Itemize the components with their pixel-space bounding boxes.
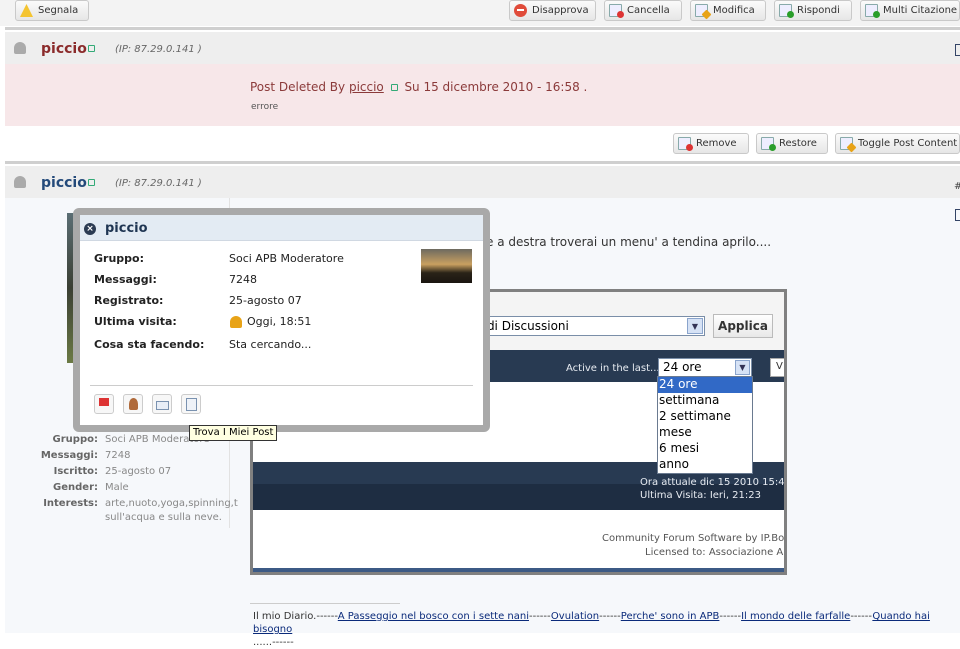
- delete-button[interactable]: Cancella: [604, 0, 682, 21]
- dropdown-option[interactable]: 6 mesi: [658, 441, 752, 457]
- sidebar-value: 7248: [105, 450, 131, 461]
- delete-reason: errore: [251, 102, 279, 112]
- last-visit: Ultima Visita: Ieri, 21:23: [640, 490, 761, 501]
- tooltip: Trova I Miei Post: [189, 425, 278, 441]
- sidebar-value: sull'acqua e sulla neve.: [105, 512, 222, 523]
- online-user-icon: [230, 316, 242, 328]
- signature: Il mio Diario.------A Passeggio nel bosc…: [253, 611, 930, 648]
- dropdown-option[interactable]: mese: [658, 425, 752, 441]
- find-posts-icon[interactable]: [181, 394, 201, 414]
- popup-photo: [421, 249, 472, 283]
- deleted-by-profile-icon[interactable]: [390, 84, 398, 91]
- remove-icon: [678, 137, 693, 151]
- restore-icon: [761, 137, 776, 151]
- user-status-icon: [14, 42, 26, 54]
- popup-label: Ultima visita:: [94, 315, 177, 328]
- warning-icon: [20, 4, 33, 17]
- popup-value: Sta cercando...: [229, 338, 312, 351]
- signature-link[interactable]: Ovulation: [551, 611, 599, 622]
- signature-link[interactable]: Perche' sono in APB: [621, 611, 720, 622]
- popup-label: Messaggi:: [94, 273, 157, 286]
- go-button[interactable]: V: [770, 358, 784, 377]
- dropdown-option[interactable]: settimana: [658, 393, 752, 409]
- deleted-post-notice: Post Deleted By piccio Su 15 dicembre 20…: [250, 80, 588, 94]
- post-username[interactable]: piccio: [41, 175, 87, 191]
- restore-button[interactable]: Restore: [756, 133, 828, 154]
- sidebar-label: Gender:: [53, 482, 98, 493]
- popup-label: Cosa sta facendo:: [94, 338, 205, 351]
- popup-label: Registrato:: [94, 294, 164, 307]
- user-popup: × piccio Gruppo: Soci APB Moderatore Mes…: [73, 208, 490, 432]
- popup-value: 7248: [229, 273, 257, 286]
- sidebar-label: Interests:: [43, 498, 98, 509]
- sidebar-label: Iscritto:: [53, 466, 98, 477]
- delete-icon: [609, 4, 624, 18]
- sidebar-label: Gruppo:: [52, 434, 98, 445]
- popup-label: Gruppo:: [94, 252, 144, 265]
- footer-license: Licensed to: Associazione A: [645, 547, 784, 558]
- dropdown-option[interactable]: 2 settimane: [658, 409, 752, 425]
- chevron-down-icon[interactable]: ▼: [735, 360, 750, 375]
- post-separator: [5, 27, 960, 30]
- disapprove-icon: [514, 4, 527, 17]
- deleted-post-ip: (IP: 87.29.0.141 ): [115, 44, 202, 55]
- embedded-bottom-bar: [253, 568, 784, 572]
- deleted-post-body: [5, 64, 960, 126]
- embedded-select[interactable]: iudi Discussioni ▼: [473, 316, 705, 336]
- remove-button[interactable]: Remove: [673, 133, 749, 154]
- toggle-post-content-button[interactable]: Toggle Post Content: [835, 133, 960, 154]
- add-friend-icon[interactable]: [123, 394, 143, 414]
- report-icon[interactable]: [94, 394, 114, 414]
- edit-button[interactable]: Modifica: [690, 0, 766, 21]
- multiquote-icon: [865, 4, 880, 18]
- dropdown-option[interactable]: anno: [658, 457, 752, 473]
- current-time: Ora attuale dic 15 2010 15:44: [640, 477, 787, 488]
- chevron-down-icon[interactable]: ▼: [687, 318, 703, 334]
- multiquote-button[interactable]: Multi Citazione: [860, 0, 960, 21]
- active-select[interactable]: 24 ore ▼: [658, 358, 752, 377]
- edit-icon: [695, 4, 708, 17]
- popup-value: Oggi, 18:51: [247, 315, 312, 328]
- sidebar-value: arte,nuoto,yoga,spinning,t: [105, 498, 238, 509]
- post-text: e a destra troverai un menu' a tendina a…: [486, 235, 772, 249]
- post-ip: (IP: 87.29.0.141 ): [115, 178, 202, 189]
- popup-value: Soci APB Moderatore: [229, 252, 344, 265]
- profile-link-icon[interactable]: [88, 45, 95, 52]
- active-in-last-label: Active in the last...: [566, 363, 660, 374]
- sidebar-value: Male: [105, 482, 129, 493]
- profile-link-icon[interactable]: [88, 179, 95, 186]
- footer-credit: Community Forum Software by IP.Boa: [602, 533, 787, 544]
- post-separator: [5, 161, 960, 164]
- user-popup-title: piccio: [105, 221, 148, 236]
- apply-button[interactable]: Applica: [713, 314, 773, 338]
- sidebar-label: Messaggi:: [40, 450, 98, 461]
- signature-divider: [250, 603, 400, 604]
- sidebar-value: 25-agosto 07: [105, 466, 172, 477]
- message-icon[interactable]: [152, 394, 172, 414]
- signature-link[interactable]: Il mondo delle farfalle: [741, 611, 850, 622]
- popup-divider: [90, 385, 473, 386]
- deleted-by-link[interactable]: piccio: [349, 80, 384, 94]
- checkbox-icon[interactable]: [955, 209, 960, 221]
- deleted-post-username[interactable]: piccio: [41, 41, 87, 57]
- toggle-icon: [840, 137, 853, 150]
- post-hash-link[interactable]: #: [954, 181, 960, 192]
- signature-link[interactable]: A Passeggio nel bosco con i sette nani: [338, 611, 529, 622]
- reply-button[interactable]: Rispondi: [774, 0, 852, 21]
- close-icon[interactable]: ×: [84, 223, 96, 235]
- reply-icon: [779, 4, 794, 18]
- disapprove-button[interactable]: Disapprova: [509, 0, 596, 21]
- report-button[interactable]: Segnala: [15, 0, 89, 21]
- popup-value: 25-agosto 07: [229, 294, 302, 307]
- user-status-icon: [14, 176, 26, 188]
- dropdown-option[interactable]: 24 ore: [658, 377, 752, 393]
- checkbox-icon[interactable]: [955, 44, 960, 56]
